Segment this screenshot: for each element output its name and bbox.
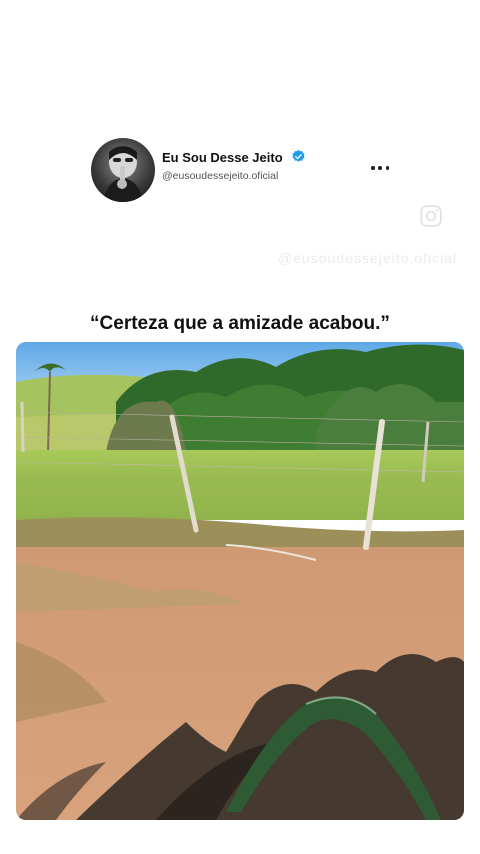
more-options-icon[interactable] xyxy=(371,166,389,172)
farm-field-photo xyxy=(16,342,464,820)
avatar[interactable] xyxy=(91,138,155,202)
post-quote: “Certeza que a amizade acabou.” xyxy=(90,313,390,334)
post-image[interactable] xyxy=(16,342,464,820)
verified-badge-icon xyxy=(292,149,305,162)
avatar-image xyxy=(103,146,143,202)
author-name[interactable]: Eu Sou Desse Jeito xyxy=(162,150,283,165)
instagram-icon xyxy=(420,205,442,227)
author-handle[interactable]: @eusoudessejeito.oficial xyxy=(162,170,278,182)
post-header: Eu Sou Desse Jeito @eusoudessejeito.ofic… xyxy=(91,138,401,204)
watermark-handle: @eusoudessejeito.oficial xyxy=(278,250,458,266)
